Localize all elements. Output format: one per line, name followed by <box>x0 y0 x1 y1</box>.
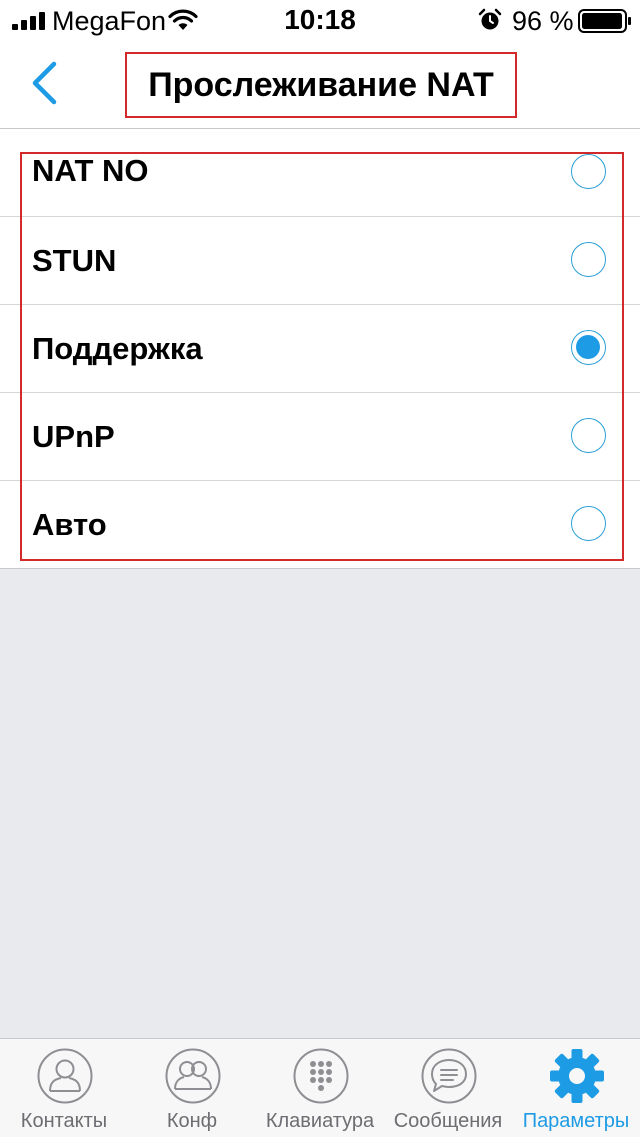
conference-icon <box>165 1048 221 1104</box>
tab-label: Параметры <box>522 1110 630 1132</box>
radio-button-unselected[interactable] <box>571 418 606 453</box>
status-bar: MegaFon 10:18 96 % <box>0 0 640 40</box>
tab-conference[interactable]: Конф <box>128 1039 256 1137</box>
radio-button-unselected[interactable] <box>571 154 606 189</box>
tab-bar: Контакты Конф Клавиатура Сообщения Парам… <box>0 1038 640 1137</box>
radio-button-unselected[interactable] <box>571 242 606 277</box>
battery-icon <box>578 9 631 33</box>
radio-selected-dot <box>576 335 600 359</box>
navigation-bar: Прослеживание NAT <box>0 40 640 129</box>
title-highlight-box: Прослеживание NAT <box>125 52 517 118</box>
option-label: Поддержка <box>32 331 203 366</box>
option-upnp[interactable]: UPnP <box>0 393 640 481</box>
option-label: UPnP <box>32 419 115 454</box>
tab-messages[interactable]: Сообщения <box>384 1039 512 1137</box>
tab-label: Клавиатура <box>265 1110 375 1132</box>
tab-label: Конф <box>166 1110 218 1132</box>
page-title: Прослеживание NAT <box>148 66 494 104</box>
option-label: Авто <box>32 507 107 542</box>
option-label: NAT NO <box>32 153 149 188</box>
tab-label: Сообщения <box>393 1110 503 1132</box>
tab-settings[interactable]: Параметры <box>512 1039 640 1137</box>
option-nat-no[interactable]: NAT NO <box>0 129 640 217</box>
gear-icon <box>550 1049 604 1103</box>
option-auto[interactable]: Авто <box>0 481 640 569</box>
radio-button-unselected[interactable] <box>571 506 606 541</box>
contact-icon <box>37 1048 93 1104</box>
alarm-icon <box>478 8 502 30</box>
back-chevron-icon[interactable] <box>22 58 66 108</box>
messages-icon <box>421 1048 477 1104</box>
option-label: STUN <box>32 243 117 278</box>
tab-keypad[interactable]: Клавиатура <box>256 1039 384 1137</box>
option-support[interactable]: Поддержка <box>0 305 640 393</box>
tab-contacts[interactable]: Контакты <box>0 1039 128 1137</box>
nat-options-list: NAT NO STUN Поддержка UPnP Авто <box>0 129 640 569</box>
battery-percentage: 96 % <box>512 6 574 36</box>
keypad-icon <box>293 1048 349 1104</box>
radio-button-selected[interactable] <box>571 330 606 365</box>
option-stun[interactable]: STUN <box>0 217 640 305</box>
